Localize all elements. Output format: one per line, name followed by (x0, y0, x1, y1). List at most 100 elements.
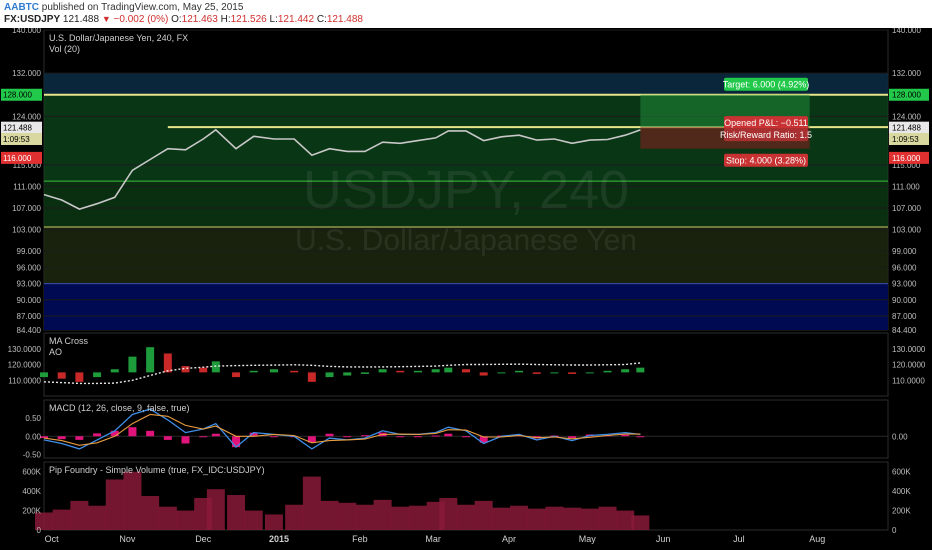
volume-bar (355, 504, 374, 530)
right-price-tag: 128.000 (892, 91, 921, 100)
ma-y-tick-left: 120.0000 (8, 361, 42, 370)
ma-y-tick-right: 120.0000 (892, 361, 926, 370)
ao-bar (269, 369, 278, 373)
x-tick-label: Feb (352, 534, 368, 544)
ao-bar (462, 369, 470, 373)
ma-y-tick-right: 110.0000 (892, 376, 925, 385)
macd-hist-bar (93, 433, 102, 437)
watermark-name: U.S. Dollar/Japanese Yen (295, 224, 637, 257)
ao-bar (378, 369, 387, 373)
watermark-symbol: USDJPY, 240 (303, 160, 629, 220)
macd-y-tick-left: 0.00 (25, 432, 41, 441)
ma-pane-subtitle: AO (49, 347, 62, 357)
y-tick-right: 93.000 (892, 280, 917, 289)
ao-bar (232, 372, 241, 378)
right-price-tag: 116.000 (892, 154, 921, 163)
volume-y-tick-left: 200K (22, 507, 41, 516)
y-tick-left: 87.000 (17, 312, 42, 321)
volume-bar (320, 500, 339, 530)
ao-bar (515, 370, 524, 373)
volume-y-tick-left: 0 (37, 526, 42, 535)
ao-bar (550, 372, 559, 374)
y-tick-right: 124.000 (892, 112, 921, 121)
ao-bar (532, 372, 541, 374)
ma-y-tick-left: 110.0000 (8, 376, 41, 385)
y-tick-left: 107.000 (12, 204, 41, 213)
macd-pane[interactable]: MACD (12, 26, close, 9, false, true) 0.50… (23, 399, 908, 459)
y-tick-right: 132.000 (892, 69, 921, 78)
author-link[interactable]: AABTC (4, 2, 39, 13)
publish-line: AABTC published on TradingView.com, May … (4, 2, 243, 13)
macd-hist-bar (40, 436, 48, 439)
ao-bar (307, 372, 316, 382)
pnl-label: Opened P&L: −0.511 (724, 118, 808, 128)
ao-bar (128, 356, 137, 373)
price-change: −0.002 (0%) (113, 14, 169, 25)
y-tick-right: 84.400 (892, 326, 917, 335)
ao-bar (413, 370, 422, 373)
chart-canvas[interactable]: USDJPY, 240 U.S. Dollar/Japanese Yen Targe… (0, 28, 932, 550)
macd-hist-bar (636, 436, 645, 438)
symbol-label[interactable]: FX:USDJPY (4, 14, 60, 25)
ao-bar (497, 372, 506, 374)
ao-bar (211, 361, 220, 373)
left-price-tag: 121.488 (3, 124, 32, 133)
low-label: L: (269, 14, 278, 25)
y-tick-left: 103.000 (12, 226, 41, 235)
ma-cross-pane[interactable]: MA CrossAO 130.0000 130.0000 120.0000 120.00… (8, 332, 926, 397)
volume-pane[interactable]: Pip Foundry - Simple Volume (true, FX_ID… (22, 461, 911, 535)
y-tick-left: 140.000 (12, 28, 41, 35)
last-price: 121.488 (62, 14, 100, 25)
ao-bar (93, 372, 102, 378)
right-price-tag: 121.488 (892, 124, 921, 133)
ma-y-tick-right: 130.0000 (892, 345, 926, 354)
y-tick-left: 99.000 (17, 247, 42, 256)
open-value: 121.463 (181, 14, 218, 25)
y-tick-right: 140.000 (892, 28, 921, 35)
volume-bar (545, 506, 564, 530)
macd-hist-bar (269, 436, 278, 438)
macd-hist-bar (413, 436, 422, 438)
ao-bar (163, 353, 172, 373)
ao-bar (40, 372, 48, 378)
ao-bar (325, 372, 334, 378)
macd-hist-bar (462, 436, 470, 438)
x-tick-label: Dec (195, 534, 212, 544)
high-label: H: (220, 14, 231, 25)
ao-bar (585, 372, 594, 374)
low-value: 121.442 (277, 14, 315, 25)
volume-bar (338, 502, 357, 530)
y-tick-right: 107.000 (892, 204, 921, 213)
left-price-tag: 116.000 (3, 154, 32, 163)
x-tick-label: Nov (119, 534, 136, 544)
ao-bar (444, 367, 453, 373)
volume-bar (439, 497, 458, 530)
macd-hist-bar (75, 436, 84, 440)
y-tick-right: 99.000 (892, 247, 917, 256)
volume-bar (302, 476, 321, 530)
volume-pane-title: Pip Foundry - Simple Volume (true, FX_ID… (49, 465, 265, 475)
macd-hist-bar (163, 436, 172, 440)
price-chart-subtitle: Vol (20) (49, 44, 80, 54)
volume-bar (391, 506, 410, 530)
volume-y-tick-right: 400K (892, 487, 911, 496)
macd-hist-bar (360, 435, 369, 437)
y-tick-right: 90.000 (892, 296, 917, 305)
volume-bar (408, 505, 427, 530)
macd-hist-bar (396, 436, 405, 438)
macd-hist-bar (211, 433, 220, 437)
x-tick-label: May (579, 534, 597, 544)
volume-bar (176, 510, 195, 530)
macd-y-tick-left: -0.50 (23, 450, 42, 459)
x-tick-label: Mar (425, 534, 441, 544)
volume-bar (123, 471, 142, 530)
macd-hist-bar (128, 427, 137, 437)
volume-bar (264, 514, 283, 530)
volume-bar (474, 500, 493, 530)
macd-hist-bar (444, 433, 453, 437)
y-tick-right: 103.000 (892, 226, 921, 235)
ao-bar (396, 370, 405, 373)
volume-bar (631, 515, 650, 530)
price-pane[interactable]: USDJPY, 240 U.S. Dollar/Japanese Yen Targe… (1, 28, 929, 335)
volume-bar (105, 479, 124, 530)
